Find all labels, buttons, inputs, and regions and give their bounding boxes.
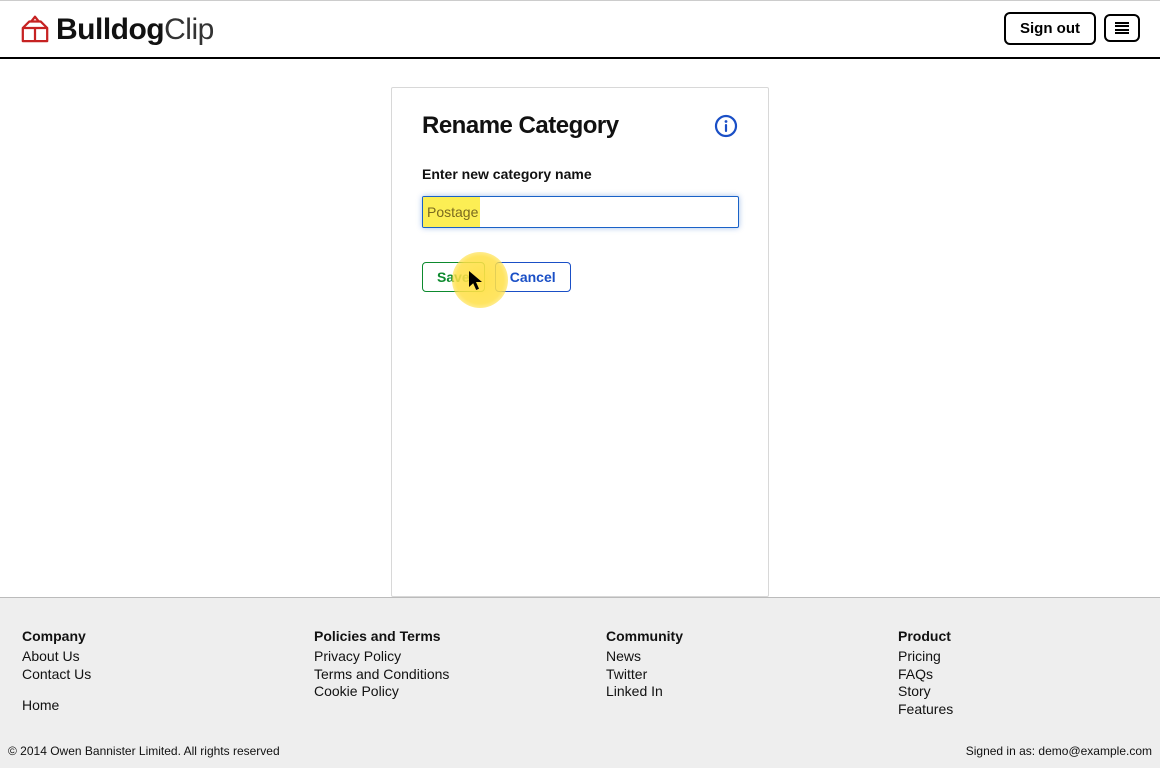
card-title: Rename Category bbox=[422, 112, 619, 140]
footer-column-community: Community News Twitter Linked In bbox=[606, 628, 898, 718]
footer-link-cookie[interactable]: Cookie Policy bbox=[314, 683, 606, 701]
category-name-input-wrap: Postage bbox=[422, 196, 739, 228]
brand-name-bold: Bulldog bbox=[56, 13, 164, 46]
footer-link-pricing[interactable]: Pricing bbox=[898, 648, 1138, 666]
footer-link-about[interactable]: About Us bbox=[22, 648, 314, 666]
footer-heading-company: Company bbox=[22, 628, 314, 644]
footer: Company About Us Contact Us Home Policie… bbox=[0, 597, 1160, 768]
footer-column-company: Company About Us Contact Us Home bbox=[22, 628, 314, 718]
info-icon[interactable] bbox=[714, 114, 738, 138]
footer-heading-product: Product bbox=[898, 628, 1138, 644]
copyright-text: © 2014 Owen Bannister Limited. All right… bbox=[8, 744, 280, 758]
hamburger-icon bbox=[1115, 22, 1129, 34]
footer-link-features[interactable]: Features bbox=[898, 701, 1138, 719]
main-header: BulldogClip Sign out bbox=[0, 1, 1160, 59]
signed-in-text: Signed in as: demo@example.com bbox=[966, 744, 1152, 758]
footer-column-policies: Policies and Terms Privacy Policy Terms … bbox=[314, 628, 606, 718]
footer-column-product: Product Pricing FAQs Story Features bbox=[898, 628, 1138, 718]
footer-heading-community: Community bbox=[606, 628, 898, 644]
footer-link-story[interactable]: Story bbox=[898, 683, 1138, 701]
main-content: Rename Category Enter new category name … bbox=[0, 59, 1160, 597]
footer-heading-policies: Policies and Terms bbox=[314, 628, 606, 644]
footer-link-contact[interactable]: Contact Us bbox=[22, 666, 314, 684]
footer-link-news[interactable]: News bbox=[606, 648, 898, 666]
footer-link-twitter[interactable]: Twitter bbox=[606, 666, 898, 684]
bulldog-clip-icon bbox=[20, 13, 50, 43]
footer-link-home[interactable]: Home bbox=[22, 697, 314, 715]
footer-link-faqs[interactable]: FAQs bbox=[898, 666, 1138, 684]
brand-logo[interactable]: BulldogClip bbox=[20, 9, 214, 47]
rename-category-card: Rename Category Enter new category name … bbox=[391, 87, 769, 597]
footer-link-terms[interactable]: Terms and Conditions bbox=[314, 666, 606, 684]
footer-link-privacy[interactable]: Privacy Policy bbox=[314, 648, 606, 666]
brand-name-light: Clip bbox=[164, 13, 214, 46]
menu-button[interactable] bbox=[1104, 14, 1140, 42]
category-name-input[interactable] bbox=[422, 196, 739, 228]
save-button[interactable]: Save bbox=[422, 262, 485, 292]
category-name-label: Enter new category name bbox=[422, 166, 738, 182]
footer-link-linkedin[interactable]: Linked In bbox=[606, 683, 898, 701]
sign-out-button[interactable]: Sign out bbox=[1004, 12, 1096, 45]
cancel-button[interactable]: Cancel bbox=[495, 262, 571, 292]
